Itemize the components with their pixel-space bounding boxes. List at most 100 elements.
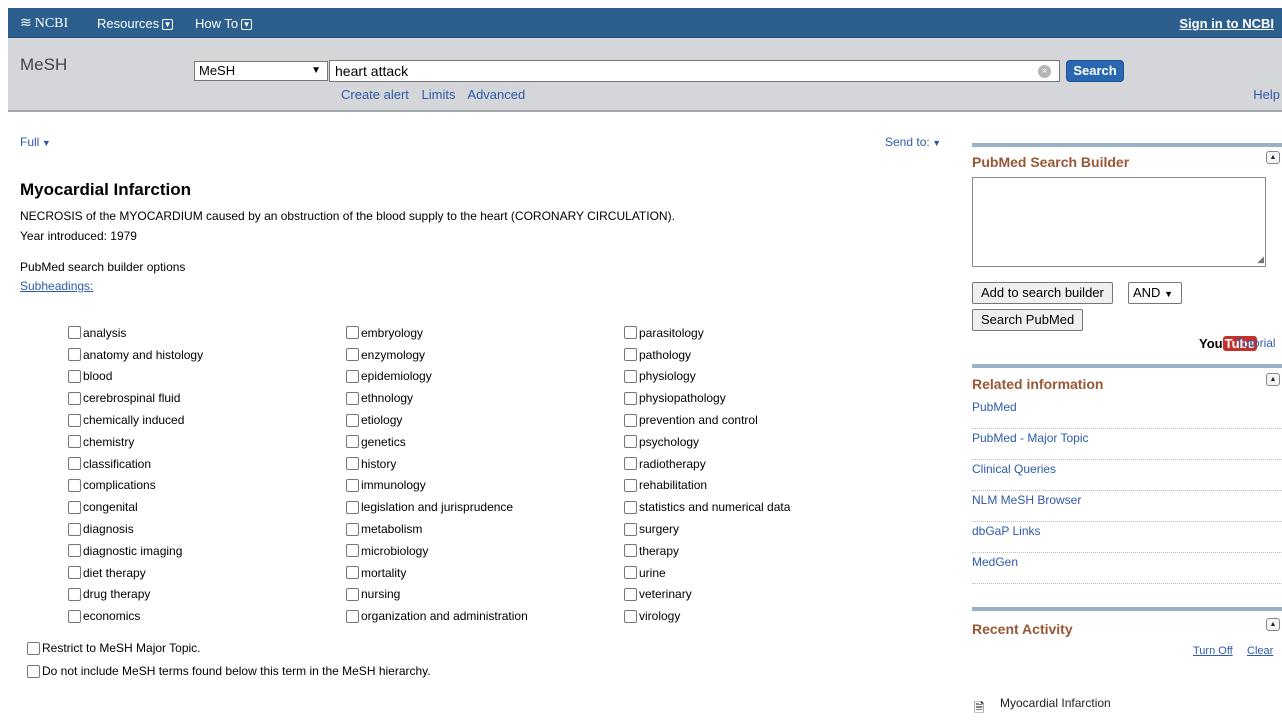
advanced-link[interactable]: Advanced bbox=[467, 87, 525, 102]
checkbox[interactable] bbox=[624, 566, 637, 580]
subheading-option[interactable]: blood bbox=[68, 366, 203, 388]
clear-activity-link[interactable]: Clear bbox=[1247, 645, 1273, 657]
checkbox[interactable] bbox=[624, 544, 637, 558]
sign-in-link[interactable]: Sign in to NCBI bbox=[1179, 16, 1274, 31]
checkbox[interactable] bbox=[624, 478, 637, 492]
checkbox[interactable] bbox=[346, 369, 359, 383]
subheading-option[interactable]: ethnology bbox=[346, 387, 528, 409]
subheading-option[interactable]: pathology bbox=[624, 344, 790, 366]
subheading-option[interactable]: organization and administration bbox=[346, 605, 528, 627]
related-link-nlm-mesh-browser[interactable]: NLM MeSH Browser bbox=[972, 491, 1282, 522]
resize-grip-icon[interactable]: ◢ bbox=[1257, 254, 1264, 265]
resources-menu[interactable]: Resources ▼ bbox=[97, 16, 174, 31]
help-link[interactable]: Help bbox=[1253, 87, 1280, 102]
no-explode-option[interactable]: Do not include MeSH terms found below th… bbox=[27, 664, 431, 678]
checkbox[interactable] bbox=[68, 500, 81, 514]
restrict-major-topic-option[interactable]: Restrict to MeSH Major Topic. bbox=[27, 641, 201, 655]
checkbox[interactable] bbox=[68, 587, 81, 601]
checkbox[interactable] bbox=[68, 326, 81, 340]
subheading-option[interactable]: economics bbox=[68, 605, 203, 627]
checkbox[interactable] bbox=[346, 522, 359, 536]
collapse-icon[interactable]: ▲ bbox=[1266, 151, 1280, 164]
checkbox[interactable] bbox=[68, 478, 81, 492]
database-select[interactable]: MeSH ▼ bbox=[194, 61, 328, 81]
checkbox[interactable] bbox=[346, 435, 359, 449]
checkbox[interactable] bbox=[68, 609, 81, 623]
subheading-option[interactable]: chemically induced bbox=[68, 409, 203, 431]
boolean-operator-select[interactable]: AND ▼ bbox=[1128, 282, 1182, 304]
subheading-option[interactable]: etiology bbox=[346, 409, 528, 431]
subheading-option[interactable]: mortality bbox=[346, 562, 528, 584]
subheading-option[interactable]: chemistry bbox=[68, 431, 203, 453]
checkbox[interactable] bbox=[624, 500, 637, 514]
collapse-icon[interactable]: ▲ bbox=[1266, 373, 1280, 386]
checkbox[interactable] bbox=[68, 544, 81, 558]
checkbox[interactable] bbox=[624, 435, 637, 449]
checkbox[interactable] bbox=[624, 369, 637, 383]
related-link-pubmed[interactable]: PubMed bbox=[972, 398, 1282, 429]
subheading-option[interactable]: history bbox=[346, 453, 528, 475]
subheading-option[interactable]: physiopathology bbox=[624, 387, 790, 409]
search-button[interactable]: Search bbox=[1066, 60, 1124, 82]
subheading-option[interactable]: psychology bbox=[624, 431, 790, 453]
checkbox[interactable] bbox=[624, 522, 637, 536]
subheading-option[interactable]: enzymology bbox=[346, 344, 528, 366]
subheading-option[interactable]: cerebrospinal fluid bbox=[68, 387, 203, 409]
subheading-option[interactable]: diagnostic imaging bbox=[68, 540, 203, 562]
send-to-menu[interactable]: Send to: ▼ bbox=[885, 135, 941, 149]
subheading-option[interactable]: complications bbox=[68, 475, 203, 497]
subheading-option[interactable]: diet therapy bbox=[68, 562, 203, 584]
ncbi-home-link[interactable]: ≋ NCBI bbox=[20, 15, 68, 32]
create-alert-link[interactable]: Create alert bbox=[341, 87, 409, 102]
search-pubmed-button[interactable]: Search PubMed bbox=[972, 309, 1084, 331]
checkbox[interactable] bbox=[624, 587, 637, 601]
display-format-menu[interactable]: Full ▼ bbox=[20, 135, 51, 149]
search-input[interactable]: heart attack × bbox=[329, 60, 1060, 82]
checkbox[interactable] bbox=[346, 413, 359, 427]
related-link-clinical-queries[interactable]: Clinical Queries bbox=[972, 460, 1282, 491]
checkbox[interactable] bbox=[68, 369, 81, 383]
tutorial-link[interactable]: Tutorial bbox=[1236, 336, 1276, 350]
checkbox[interactable] bbox=[68, 522, 81, 536]
subheading-option[interactable]: surgery bbox=[624, 518, 790, 540]
checkbox[interactable] bbox=[68, 391, 81, 405]
subheading-option[interactable]: classification bbox=[68, 453, 203, 475]
subheadings-link[interactable]: Subheadings: bbox=[20, 279, 93, 293]
turn-off-activity-link[interactable]: Turn Off bbox=[1193, 645, 1233, 657]
checkbox[interactable] bbox=[624, 457, 637, 471]
subheading-option[interactable]: embryology bbox=[346, 322, 528, 344]
subheading-option[interactable]: genetics bbox=[346, 431, 528, 453]
checkbox[interactable] bbox=[624, 326, 637, 340]
add-to-search-builder-button[interactable]: Add to search builder bbox=[972, 282, 1113, 304]
checkbox[interactable] bbox=[346, 348, 359, 362]
checkbox[interactable] bbox=[624, 609, 637, 623]
subheading-option[interactable]: anatomy and histology bbox=[68, 344, 203, 366]
collapse-icon[interactable]: ▲ bbox=[1266, 618, 1280, 631]
checkbox[interactable] bbox=[68, 435, 81, 449]
checkbox[interactable] bbox=[624, 348, 637, 362]
recent-activity-item[interactable]: Myocardial Infarction bbox=[1000, 696, 1111, 710]
subheading-option[interactable]: analysis bbox=[68, 322, 203, 344]
search-builder-textarea[interactable]: ◢ bbox=[972, 177, 1266, 267]
subheading-option[interactable]: veterinary bbox=[624, 584, 790, 606]
howto-menu[interactable]: How To ▼ bbox=[195, 16, 253, 31]
checkbox[interactable] bbox=[346, 500, 359, 514]
subheading-option[interactable]: immunology bbox=[346, 475, 528, 497]
subheading-option[interactable]: radiotherapy bbox=[624, 453, 790, 475]
related-link-pubmed-major-topic[interactable]: PubMed - Major Topic bbox=[972, 429, 1282, 460]
subheading-option[interactable]: diagnosis bbox=[68, 518, 203, 540]
subheading-option[interactable]: microbiology bbox=[346, 540, 528, 562]
checkbox[interactable] bbox=[346, 544, 359, 558]
clear-search-icon[interactable]: × bbox=[1038, 65, 1051, 78]
subheading-option[interactable]: urine bbox=[624, 562, 790, 584]
subheading-option[interactable]: epidemiology bbox=[346, 366, 528, 388]
checkbox[interactable] bbox=[68, 457, 81, 471]
subheading-option[interactable]: virology bbox=[624, 605, 790, 627]
subheading-option[interactable]: statistics and numerical data bbox=[624, 496, 790, 518]
subheading-option[interactable]: metabolism bbox=[346, 518, 528, 540]
checkbox[interactable] bbox=[346, 478, 359, 492]
checkbox[interactable] bbox=[346, 587, 359, 601]
checkbox[interactable] bbox=[624, 391, 637, 405]
subheading-option[interactable]: legislation and jurisprudence bbox=[346, 496, 528, 518]
checkbox[interactable] bbox=[68, 566, 81, 580]
